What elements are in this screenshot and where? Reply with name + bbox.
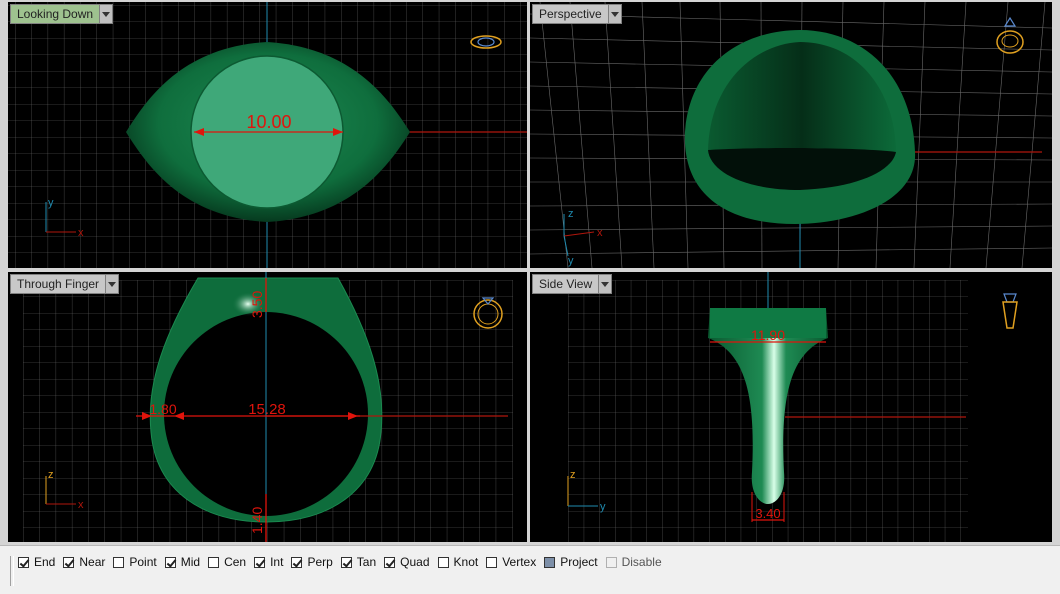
osnap-label: Vertex — [502, 555, 537, 569]
dim-inner-label: 15.28 — [248, 401, 286, 418]
osnap-quad[interactable]: Quad — [384, 555, 430, 569]
osnap-disable[interactable]: Disable — [605, 555, 662, 569]
dimension-label: 10.00 — [246, 112, 291, 132]
viewport-title: Side View — [533, 275, 599, 293]
osnap-label: Mid — [180, 555, 201, 569]
dropdown-arrow-icon[interactable] — [607, 5, 621, 23]
toolbar-grip-handle[interactable] — [10, 556, 14, 586]
ring-view-icon — [996, 16, 1024, 54]
axis-label-x: x — [78, 227, 84, 239]
osnap-label: Near — [79, 555, 106, 569]
osnap-label: Cen — [224, 555, 247, 569]
checkbox[interactable] — [605, 556, 617, 568]
axis-label-z: z — [570, 469, 576, 481]
osnap-label: Knot — [453, 555, 479, 569]
osnap-vertex[interactable]: Vertex — [486, 555, 536, 569]
axis-label-z: z — [48, 469, 54, 481]
osnap-label: End — [34, 555, 56, 569]
osnap-tan[interactable]: Tan — [340, 555, 377, 569]
axis-indicator-y — [563, 235, 569, 257]
checkbox[interactable] — [18, 556, 29, 568]
osnap-project[interactable]: Project — [544, 555, 598, 569]
osnap-label: Quad — [400, 555, 430, 569]
viewport-through-finger-canvas[interactable]: 3.50 1.80 15.28 1.40 z x — [8, 272, 527, 542]
viewport-looking-down-canvas[interactable]: 10.00 y x — [8, 2, 527, 268]
dim-top-label: 3.50 — [249, 291, 265, 318]
osnap-bar: End Near Point Mid Cen Int Perp Tan Quad… — [0, 545, 1060, 594]
dim-top-label: 11.90 — [751, 327, 785, 343]
viewport-label-looking-down[interactable]: Looking Down — [10, 4, 114, 24]
viewport-perspective-canvas[interactable]: z x y — [530, 2, 1052, 268]
axis-label-y: y — [568, 255, 574, 267]
axis-label-y: y — [600, 501, 606, 513]
dropdown-arrow-icon[interactable] — [598, 275, 612, 293]
osnap-perp[interactable]: Perp — [291, 555, 333, 569]
osnap-label: Point — [129, 555, 157, 569]
osnap-end[interactable]: End — [18, 555, 55, 569]
checkbox[interactable] — [340, 556, 352, 568]
osnap-point[interactable]: Point — [113, 555, 157, 569]
checkbox[interactable] — [486, 556, 498, 568]
dim-bottom-label: 3.40 — [755, 506, 780, 521]
viewport-title: Looking Down — [11, 5, 100, 23]
viewport-label-perspective[interactable]: Perspective — [532, 4, 622, 24]
osnap-near[interactable]: Near — [63, 555, 105, 569]
osnap-label: Tan — [356, 555, 377, 569]
viewport-title: Perspective — [533, 5, 608, 23]
viewport-side-view-canvas[interactable]: 11.90 3.40 z y — [530, 272, 1052, 542]
viewport-title: Through Finger — [11, 275, 106, 293]
osnap-mid[interactable]: Mid — [164, 555, 201, 569]
osnap-label: Disable — [621, 555, 662, 569]
viewport-perspective[interactable]: z x y Perspective — [530, 2, 1052, 268]
dropdown-arrow-icon[interactable] — [99, 5, 113, 23]
checkbox[interactable] — [544, 556, 556, 568]
checkbox[interactable] — [437, 556, 449, 568]
osnap-int[interactable]: Int — [254, 555, 283, 569]
osnap-label: Perp — [307, 555, 333, 569]
axis-label-x: x — [597, 227, 603, 239]
viewport-label-through-finger[interactable]: Through Finger — [10, 274, 120, 294]
checkbox[interactable] — [208, 556, 220, 568]
checkbox[interactable] — [291, 556, 303, 568]
dim-side-label: 1.80 — [149, 401, 176, 417]
osnap-label: Int — [270, 555, 284, 569]
axis-label-x: x — [78, 499, 84, 511]
axis-label-z: z — [568, 208, 574, 220]
osnap-label: Project — [560, 555, 598, 569]
checkbox[interactable] — [113, 556, 125, 568]
dim-bottom-label: 1.40 — [249, 507, 265, 534]
ring-view-icon — [1002, 293, 1018, 329]
viewport-looking-down[interactable]: 10.00 y x Looking Down — [8, 2, 527, 268]
checkbox[interactable] — [254, 556, 266, 568]
checkbox[interactable] — [164, 556, 176, 568]
osnap-cen[interactable]: Cen — [208, 555, 246, 569]
dropdown-arrow-icon[interactable] — [105, 275, 119, 293]
viewport-side-view[interactable]: 11.90 3.40 z y Side View — [530, 272, 1052, 542]
checkbox[interactable] — [384, 556, 396, 568]
checkbox[interactable] — [63, 556, 75, 568]
osnap-knot[interactable]: Knot — [437, 555, 479, 569]
axis-label-y: y — [48, 197, 54, 209]
viewport-label-side-view[interactable]: Side View — [532, 274, 613, 294]
osnap-list: End Near Point Mid Cen Int Perp Tan Quad… — [18, 555, 670, 569]
viewport-through-finger[interactable]: 3.50 1.80 15.28 1.40 z x Through Finger — [8, 272, 527, 542]
